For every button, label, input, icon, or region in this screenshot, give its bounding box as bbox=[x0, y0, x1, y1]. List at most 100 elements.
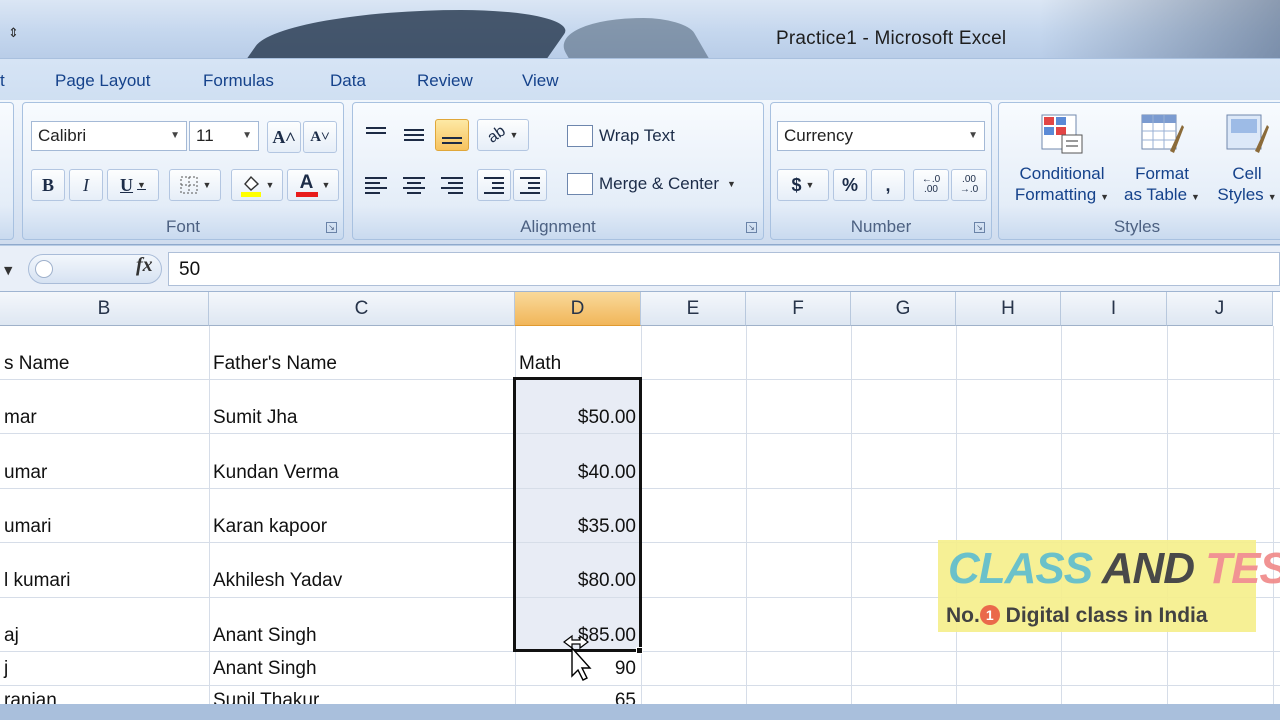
middle-align-button[interactable] bbox=[397, 119, 431, 151]
font-color-button[interactable]: A ▼ bbox=[287, 169, 339, 201]
wrap-text-button[interactable]: Wrap Text bbox=[567, 125, 675, 147]
font-size-combo[interactable]: 11 ▼ bbox=[189, 121, 259, 151]
tab-data[interactable]: Data bbox=[330, 71, 366, 91]
align-center-icon bbox=[403, 176, 425, 194]
increase-indent-button[interactable] bbox=[513, 169, 547, 201]
cell-b-2[interactable]: umar bbox=[4, 462, 47, 484]
orientation-button[interactable]: ab ▼ bbox=[477, 119, 529, 151]
cell-c-header[interactable]: Father's Name bbox=[213, 353, 337, 375]
tab-view[interactable]: View bbox=[522, 71, 559, 91]
column-header-d[interactable]: D bbox=[515, 292, 641, 326]
cell-b-3[interactable]: umari bbox=[4, 516, 52, 538]
decrease-indent-button[interactable] bbox=[477, 169, 511, 201]
column-header-i[interactable]: I bbox=[1061, 292, 1167, 326]
chevron-down-icon: ▼ bbox=[968, 130, 978, 141]
cell-b-6[interactable]: j bbox=[4, 658, 8, 680]
top-align-button[interactable] bbox=[359, 119, 393, 151]
selection-border bbox=[513, 377, 642, 652]
cell-b-5[interactable]: aj bbox=[4, 625, 19, 647]
cell-styles-button[interactable]: Cell Styles ▼ bbox=[1211, 111, 1280, 208]
column-header-g[interactable]: G bbox=[851, 292, 956, 326]
mouse-cursor-icon bbox=[563, 634, 592, 681]
watermark-tagline: No. 1 Digital class in India bbox=[946, 604, 1208, 627]
clipboard-group-edge bbox=[0, 102, 14, 240]
align-middle-icon bbox=[404, 129, 424, 141]
cell-b-4[interactable]: l kumari bbox=[4, 570, 71, 592]
cell-d-7[interactable]: 65 bbox=[517, 690, 636, 704]
fill-color-button[interactable]: ▼ bbox=[231, 169, 283, 201]
ribbon-tabs: t Page Layout Formulas Data Review View bbox=[0, 58, 1280, 102]
chevron-down-icon: ▼ bbox=[137, 180, 146, 190]
decrease-decimal-button[interactable]: .00 →.0 bbox=[951, 169, 987, 201]
tab-formulas[interactable]: Formulas bbox=[203, 71, 274, 91]
bold-button[interactable]: B bbox=[31, 169, 65, 201]
cell-c-1[interactable]: Sumit Jha bbox=[213, 407, 297, 429]
cell-c-6[interactable]: Anant Singh bbox=[213, 658, 317, 680]
merge-center-button[interactable]: Merge & Center ▼ bbox=[567, 173, 736, 195]
comma-button[interactable]: , bbox=[871, 169, 905, 201]
styles-group: Conditional Formatting ▼ Format as Table ▼… bbox=[998, 102, 1280, 240]
center-button[interactable] bbox=[397, 169, 431, 201]
alignment-group: ab ▼ Wrap Text Merge & Center ▼ Alignment… bbox=[352, 102, 764, 240]
chevron-down-icon: ▼ bbox=[1100, 192, 1110, 202]
font-name-value: Calibri bbox=[38, 126, 87, 145]
formula-input[interactable]: 50 bbox=[168, 252, 1280, 286]
column-header-j[interactable]: J bbox=[1167, 292, 1273, 326]
cell-b-7[interactable]: ranjan bbox=[4, 690, 57, 704]
cell-c-5[interactable]: Anant Singh bbox=[213, 625, 317, 647]
wrap-text-label: Wrap Text bbox=[599, 126, 675, 145]
underline-button[interactable]: U ▼ bbox=[107, 169, 159, 201]
styles-group-label: Styles bbox=[1113, 217, 1161, 236]
chevron-down-icon: ▼ bbox=[265, 180, 275, 190]
increase-decimal-button[interactable]: ←.0 .00 bbox=[913, 169, 949, 201]
font-dialog-launcher-icon[interactable]: ↘ bbox=[326, 222, 337, 233]
chevron-down-icon: ▼ bbox=[1267, 192, 1277, 202]
font-group: Calibri ▼ 11 ▼ A˄ A˅ B I U ▼ ▼ ▼ A ▼ Fon… bbox=[22, 102, 344, 240]
column-header-f[interactable]: F bbox=[746, 292, 851, 326]
font-name-combo[interactable]: Calibri ▼ bbox=[31, 121, 187, 151]
bottom-align-button[interactable] bbox=[435, 119, 469, 151]
conditional-formatting-icon bbox=[1040, 111, 1084, 155]
merge-center-label: Merge & Center bbox=[599, 174, 719, 193]
gridline bbox=[956, 326, 957, 704]
gridline bbox=[209, 326, 210, 704]
number-dialog-launcher-icon[interactable]: ↘ bbox=[974, 222, 985, 233]
chevron-down-icon: ▼ bbox=[1191, 192, 1200, 202]
chevron-down-icon: ▼ bbox=[242, 130, 252, 141]
cell-c-2[interactable]: Kundan Verma bbox=[213, 462, 339, 484]
italic-button[interactable]: I bbox=[69, 169, 103, 201]
align-left-button[interactable] bbox=[359, 169, 393, 201]
name-box-dropdown-icon[interactable]: ▼ bbox=[4, 264, 12, 277]
percent-button[interactable]: % bbox=[833, 169, 867, 201]
align-right-button[interactable] bbox=[435, 169, 469, 201]
conditional-formatting-button[interactable]: Conditional Formatting ▼ bbox=[1009, 111, 1115, 208]
tab-insert[interactable]: t bbox=[0, 71, 5, 91]
gridline bbox=[851, 326, 852, 704]
cell-b-1[interactable]: mar bbox=[4, 407, 37, 429]
cell-d-header[interactable]: Math bbox=[519, 353, 561, 375]
fill-handle[interactable] bbox=[636, 647, 643, 654]
cell-b-header[interactable]: s Name bbox=[4, 353, 69, 375]
conditional-formatting-label-1: Conditional bbox=[1019, 164, 1105, 183]
shrink-font-button[interactable]: A˅ bbox=[303, 121, 337, 153]
align-left-icon bbox=[365, 176, 387, 194]
font-color-icon: A bbox=[295, 173, 318, 197]
column-header-e[interactable]: E bbox=[641, 292, 746, 326]
borders-button[interactable]: ▼ bbox=[169, 169, 221, 201]
column-header-b[interactable]: B bbox=[0, 292, 209, 326]
tab-review[interactable]: Review bbox=[417, 71, 473, 91]
grow-font-button[interactable]: A˄ bbox=[267, 121, 301, 153]
quick-access-dropdown-icon[interactable]: ⇕ bbox=[8, 26, 19, 41]
column-header-c[interactable]: C bbox=[209, 292, 515, 326]
column-header-h[interactable]: H bbox=[956, 292, 1061, 326]
currency-button[interactable]: $ ▼ bbox=[777, 169, 829, 201]
insert-function-button[interactable]: fx bbox=[136, 254, 153, 277]
alignment-dialog-launcher-icon[interactable]: ↘ bbox=[746, 222, 757, 233]
cell-c-4[interactable]: Akhilesh Yadav bbox=[213, 570, 342, 592]
cell-c-3[interactable]: Karan kapoor bbox=[213, 516, 327, 538]
cell-c-7[interactable]: Sunil Thakur bbox=[213, 690, 319, 704]
conditional-formatting-label-2: Formatting ▼ bbox=[1014, 185, 1110, 204]
number-format-combo[interactable]: Currency ▼ bbox=[777, 121, 985, 151]
tab-page-layout[interactable]: Page Layout bbox=[55, 71, 150, 91]
format-as-table-button[interactable]: Format as Table ▼ bbox=[1121, 111, 1203, 208]
